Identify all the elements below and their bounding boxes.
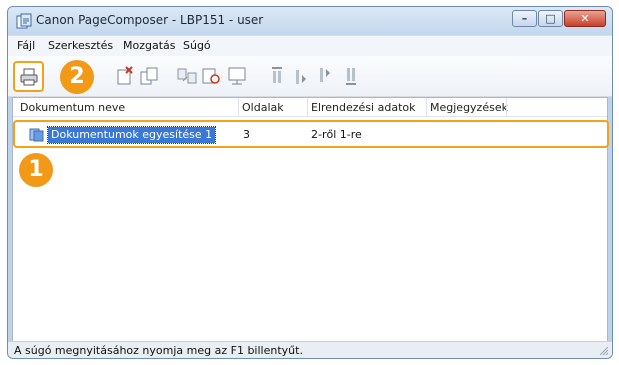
document-pages: 3 bbox=[243, 128, 250, 141]
app-icon bbox=[16, 13, 32, 29]
window-controls: – □ ✕ bbox=[511, 10, 606, 28]
callout-1: 1 bbox=[19, 153, 53, 187]
table-row[interactable]: Dokumentumok egyesítése 1 3 2-ről 1-re bbox=[13, 120, 609, 148]
maximize-icon: □ bbox=[545, 12, 556, 25]
move-down-button[interactable] bbox=[314, 65, 336, 87]
close-icon: ✕ bbox=[580, 12, 590, 25]
toolbar: 2 bbox=[8, 56, 612, 97]
document-layout: 2-ről 1-re bbox=[311, 128, 362, 141]
menu-move[interactable]: Mozgatás bbox=[123, 39, 176, 52]
callout-2: 2 bbox=[60, 60, 94, 94]
close-button[interactable]: ✕ bbox=[564, 10, 606, 27]
delete-icon bbox=[117, 66, 133, 85]
move-bottom-button[interactable] bbox=[340, 65, 362, 87]
document-name[interactable]: Dokumentumok egyesítése 1 bbox=[46, 126, 217, 144]
column-header-layout[interactable]: Elrendezési adatok bbox=[311, 101, 415, 114]
window-title: Canon PageComposer - LBP151 - user bbox=[36, 13, 264, 27]
minimize-icon: – bbox=[521, 12, 528, 25]
resize-grip-icon[interactable] bbox=[599, 346, 609, 356]
copy-button[interactable] bbox=[138, 65, 160, 87]
menu-bar: Fájl Szerkesztés Mozgatás Súgó bbox=[8, 35, 612, 56]
move-bottom-icon bbox=[346, 68, 356, 85]
delete-button[interactable] bbox=[114, 65, 136, 87]
move-top-button[interactable] bbox=[266, 65, 288, 87]
document-icon bbox=[29, 128, 44, 142]
maximize-button[interactable]: □ bbox=[538, 10, 563, 27]
status-bar: A súgó megnyitásához nyomja meg az F1 bi… bbox=[8, 341, 612, 358]
move-top-icon bbox=[272, 67, 282, 83]
column-divider[interactable] bbox=[238, 98, 239, 116]
list-header: Dokumentum neve Oldalak Elrendezési adat… bbox=[13, 98, 607, 117]
app-window: Canon PageComposer - LBP151 - user – □ ✕… bbox=[7, 6, 613, 359]
combine-icon bbox=[177, 68, 197, 84]
print-icon bbox=[20, 68, 38, 86]
menu-edit[interactable]: Szerkesztés bbox=[48, 39, 113, 52]
print-button[interactable] bbox=[13, 61, 44, 92]
title-bar[interactable]: Canon PageComposer - LBP151 - user – □ ✕ bbox=[8, 7, 612, 35]
column-divider[interactable] bbox=[426, 98, 427, 116]
column-header-notes[interactable]: Megjegyzések bbox=[430, 101, 508, 114]
column-divider[interactable] bbox=[307, 98, 308, 116]
copy-icon bbox=[140, 67, 158, 85]
column-header-name[interactable]: Dokumentum neve bbox=[20, 101, 125, 114]
move-up-icon bbox=[296, 70, 306, 84]
combine-button[interactable] bbox=[176, 65, 198, 87]
details-icon bbox=[228, 67, 246, 85]
menu-help[interactable]: Súgó bbox=[183, 39, 211, 52]
status-text: A súgó megnyitásához nyomja meg az F1 bi… bbox=[14, 344, 303, 357]
undo-combine-button[interactable] bbox=[200, 65, 222, 87]
move-up-button[interactable] bbox=[290, 65, 312, 87]
details-button[interactable] bbox=[226, 65, 248, 87]
menu-file[interactable]: Fájl bbox=[17, 39, 35, 52]
column-divider[interactable] bbox=[506, 98, 507, 116]
minimize-button[interactable]: – bbox=[512, 10, 537, 27]
move-down-icon bbox=[320, 68, 330, 82]
undo-combine-icon bbox=[202, 68, 220, 84]
column-header-pages[interactable]: Oldalak bbox=[242, 101, 284, 114]
